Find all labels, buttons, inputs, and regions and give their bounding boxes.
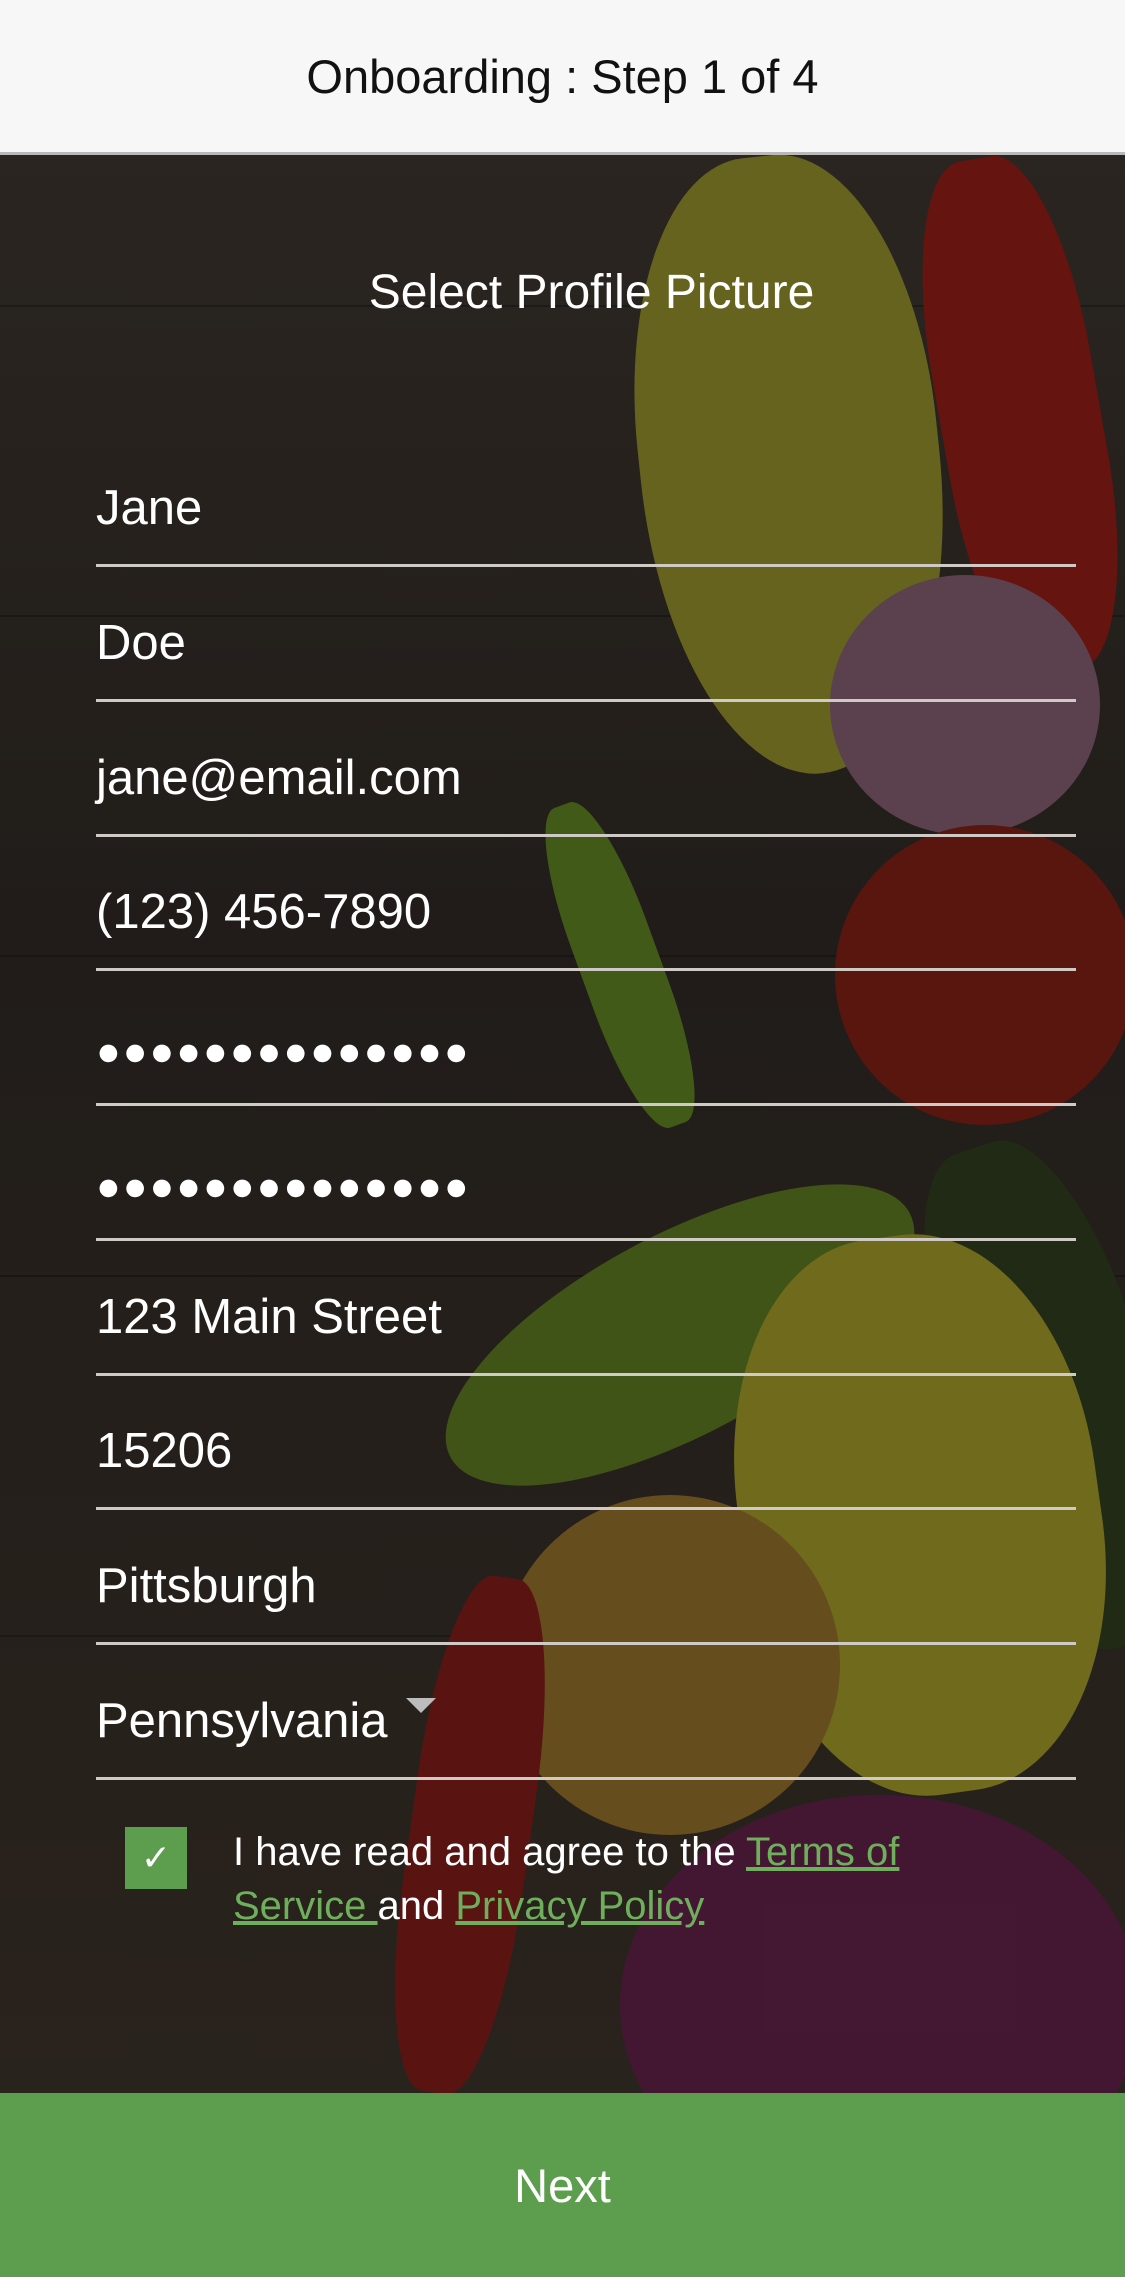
password-value: ●●●●●●●●●●●●●● [96, 1028, 471, 1074]
agreement-conjunction: and [377, 1884, 456, 1928]
header-bar: Onboarding : Step 1 of 4 [0, 0, 1125, 155]
zip-code-field[interactable]: 15206 [96, 1375, 1076, 1510]
caret-down-icon [406, 1698, 436, 1713]
next-button[interactable]: Next [0, 2093, 1125, 2277]
street-address-field[interactable]: 123 Main Street [96, 1241, 1076, 1376]
agreement-text: I have read and agree to the Terms of Se… [233, 1825, 1013, 1933]
first-name-value: Jane [96, 481, 203, 535]
check-icon: ✓ [140, 1837, 172, 1878]
confirm-password-field[interactable]: ●●●●●●●●●●●●●● [96, 1106, 1076, 1241]
last-name-field[interactable]: Doe [96, 567, 1076, 702]
page-title: Onboarding : Step 1 of 4 [306, 49, 819, 103]
state-value: Pennsylvania [96, 1694, 388, 1748]
phone-value: (123) 456-7890 [96, 885, 432, 939]
phone-field[interactable]: (123) 456-7890 [96, 836, 1076, 971]
first-name-field[interactable]: Jane [96, 432, 1076, 567]
state-select[interactable]: Pennsylvania [96, 1645, 1076, 1780]
last-name-value: Doe [96, 616, 186, 670]
password-field[interactable]: ●●●●●●●●●●●●●● [96, 971, 1076, 1106]
city-value: Pittsburgh [96, 1559, 317, 1613]
street-address-value: 123 Main Street [96, 1290, 442, 1344]
privacy-policy-link[interactable]: Privacy Policy [455, 1884, 704, 1928]
zip-code-value: 15206 [96, 1424, 233, 1478]
terms-checkbox[interactable]: ✓ [125, 1827, 187, 1889]
agreement-prefix: I have read and agree to the [233, 1830, 746, 1874]
email-field[interactable]: jane@email.com [96, 702, 1076, 837]
city-field[interactable]: Pittsburgh [96, 1510, 1076, 1645]
confirm-password-value: ●●●●●●●●●●●●●● [96, 1163, 471, 1209]
select-profile-picture-button[interactable]: Select Profile Picture [0, 265, 1125, 320]
email-value: jane@email.com [96, 751, 462, 805]
